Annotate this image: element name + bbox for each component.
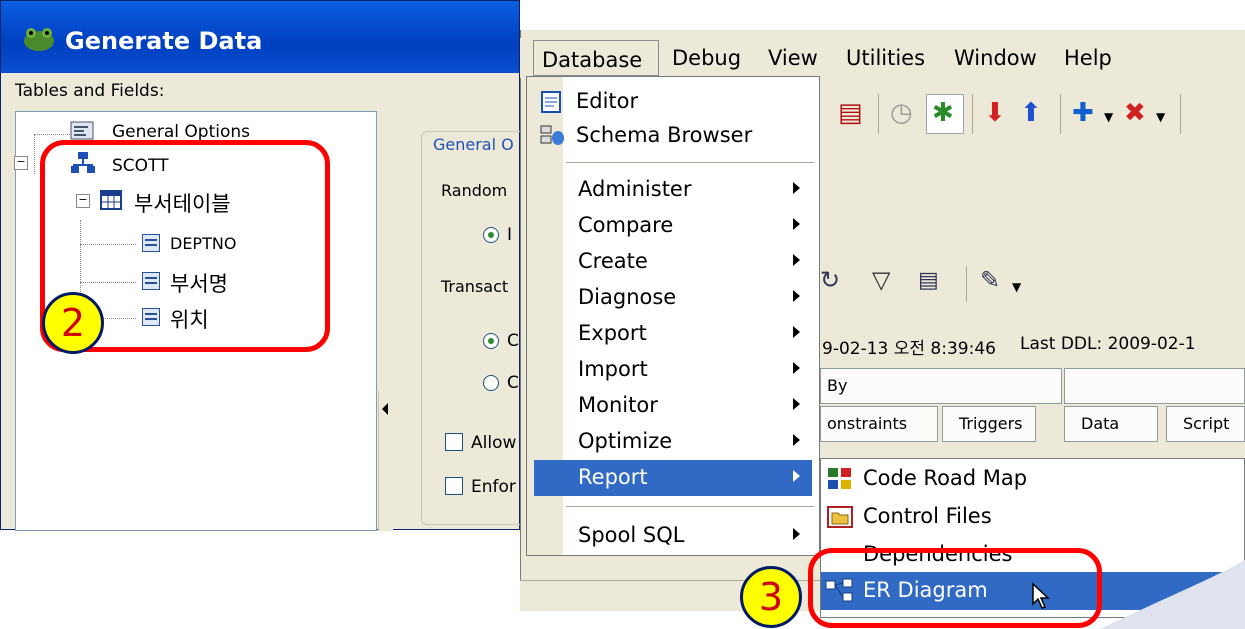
annotation-box-er-diagram xyxy=(808,548,1102,628)
debug-bug-icon[interactable]: ✱ xyxy=(926,94,964,134)
submenu-arrow-icon xyxy=(793,182,800,194)
toad-frog-icon xyxy=(24,28,54,51)
submenu-arrow-icon xyxy=(793,528,800,540)
menu-item-editor[interactable]: Editor xyxy=(534,84,812,120)
allow-checkbox-label: Allow xyxy=(471,433,517,453)
submenu-item-label: Control Files xyxy=(863,504,992,528)
submenu-arrow-icon xyxy=(793,218,800,230)
allow-checkbox[interactable] xyxy=(445,433,463,451)
random-radio[interactable] xyxy=(483,227,499,243)
control-files-icon xyxy=(827,506,853,528)
menu-window[interactable]: Window xyxy=(954,46,1037,70)
transaction-radio-2-label: C xyxy=(507,373,519,393)
submenu-arrow-icon xyxy=(793,398,800,410)
menu-item-administer[interactable]: Administer xyxy=(534,172,812,208)
menu-debug[interactable]: Debug xyxy=(672,46,741,70)
filter-icon[interactable]: ▽ xyxy=(872,266,890,294)
menu-item-spool-sql[interactable]: Spool SQL xyxy=(534,518,812,554)
submenu-item-label: Code Road Map xyxy=(863,466,1028,490)
main-toolbar: ▤ ◷ ✱ ⬇ ⬆ ✚ ▼ ✖ ▼ xyxy=(820,84,1245,142)
transaction-label: Transact xyxy=(441,277,509,296)
import-icon[interactable]: ⬇ xyxy=(984,98,1006,128)
submenu-arrow-icon xyxy=(793,470,800,482)
export-icon[interactable]: ⬆ xyxy=(1020,98,1042,128)
commit-icon[interactable]: ▤ xyxy=(838,98,863,128)
submenu-item-code-road-map[interactable]: Code Road Map xyxy=(821,460,1244,498)
menu-item-diagnose[interactable]: Diagnose xyxy=(534,280,812,316)
menu-item-label: Import xyxy=(578,357,648,381)
menu-item-label: Administer xyxy=(578,177,692,201)
menu-item-label: Compare xyxy=(578,213,674,237)
window-title: Generate Data xyxy=(65,27,263,55)
transaction-radio-2[interactable] xyxy=(483,375,499,391)
menu-item-label: Spool SQL xyxy=(578,523,685,547)
decorative-swoosh xyxy=(1100,560,1245,629)
enforce-checkbox[interactable] xyxy=(445,477,463,495)
column-header-by[interactable]: By xyxy=(820,368,1062,404)
schema-browser-icon xyxy=(540,125,564,145)
created-timestamp: 9-02-13 오전 8:39:46 xyxy=(822,339,996,359)
menu-item-optimize[interactable]: Optimize xyxy=(534,424,812,460)
menu-item-label: Create xyxy=(578,249,648,273)
column-header-blank[interactable] xyxy=(1064,368,1245,404)
menu-item-label: Diagnose xyxy=(578,285,677,309)
tables-and-fields-label: Tables and Fields: xyxy=(15,81,165,101)
editor-icon xyxy=(541,91,561,113)
random-radio-label: I xyxy=(507,225,513,245)
details-icon[interactable]: ▤ xyxy=(918,268,939,293)
submenu-arrow-icon xyxy=(793,290,800,302)
random-label: Random xyxy=(441,181,508,200)
menu-item-label: Export xyxy=(578,321,647,345)
panel-splitter[interactable] xyxy=(378,391,393,531)
submenu-item-control-files[interactable]: Control Files xyxy=(821,498,1244,536)
annotation-badge-2: 2 xyxy=(42,292,104,354)
dropdown-arrow-icon[interactable]: ▼ xyxy=(1012,280,1021,294)
menu-item-create[interactable]: Create xyxy=(534,244,812,280)
menu-database[interactable]: Database xyxy=(542,48,642,72)
add-watch-icon[interactable]: ✚ xyxy=(1072,98,1094,128)
generate-data-titlebar[interactable]: Generate Data xyxy=(1,1,519,73)
transaction-radio-1-label: C xyxy=(507,331,519,351)
menu-item-compare[interactable]: Compare xyxy=(534,208,812,244)
group-title: General O xyxy=(431,135,516,154)
dropdown-arrow-icon[interactable]: ▼ xyxy=(1104,110,1113,124)
general-options-icon xyxy=(70,121,94,140)
submenu-arrow-icon xyxy=(793,326,800,338)
last-ddl-text: Last DDL: 2009-02-1 xyxy=(1020,334,1196,354)
menu-item-monitor[interactable]: Monitor xyxy=(534,388,812,424)
menu-item-label: Editor xyxy=(576,89,639,113)
menu-item-label: Report xyxy=(578,465,648,489)
tab-triggers[interactable]: Triggers xyxy=(942,406,1036,442)
menu-item-schema-browser[interactable]: Schema Browser xyxy=(534,118,812,154)
tab-script[interactable]: Script xyxy=(1166,406,1245,442)
menu-item-import[interactable]: Import xyxy=(534,352,812,388)
tab-data[interactable]: Data xyxy=(1064,406,1158,442)
menu-item-label: Monitor xyxy=(578,393,658,417)
submenu-arrow-icon xyxy=(793,362,800,374)
menu-item-label: Optimize xyxy=(578,429,673,453)
transaction-radio-1[interactable] xyxy=(483,333,499,349)
annotation-badge-3: 3 xyxy=(740,566,802,628)
menu-item-label: Schema Browser xyxy=(576,123,753,147)
remove-watch-icon[interactable]: ✖ xyxy=(1124,98,1146,128)
tab-constraints[interactable]: onstraints xyxy=(820,406,938,442)
stopwatch-icon[interactable]: ◷ xyxy=(890,98,913,128)
menu-view[interactable]: View xyxy=(768,46,818,70)
tree-item-general-options[interactable]: General Options xyxy=(112,122,250,142)
menu-item-export[interactable]: Export xyxy=(534,316,812,352)
menu-help[interactable]: Help xyxy=(1064,46,1112,70)
menu-item-report[interactable]: Report xyxy=(534,460,812,496)
refresh-icon[interactable]: ↻ xyxy=(820,266,840,294)
submenu-arrow-icon xyxy=(793,254,800,266)
code-road-map-icon xyxy=(828,468,851,489)
tools-icon[interactable]: ✎ xyxy=(980,266,1000,294)
dropdown-arrow-icon[interactable]: ▼ xyxy=(1156,110,1165,124)
collapse-toggle[interactable]: − xyxy=(14,156,28,170)
submenu-arrow-icon xyxy=(793,434,800,446)
menu-utilities[interactable]: Utilities xyxy=(846,46,925,70)
enforce-checkbox-label: Enfor xyxy=(471,477,516,497)
